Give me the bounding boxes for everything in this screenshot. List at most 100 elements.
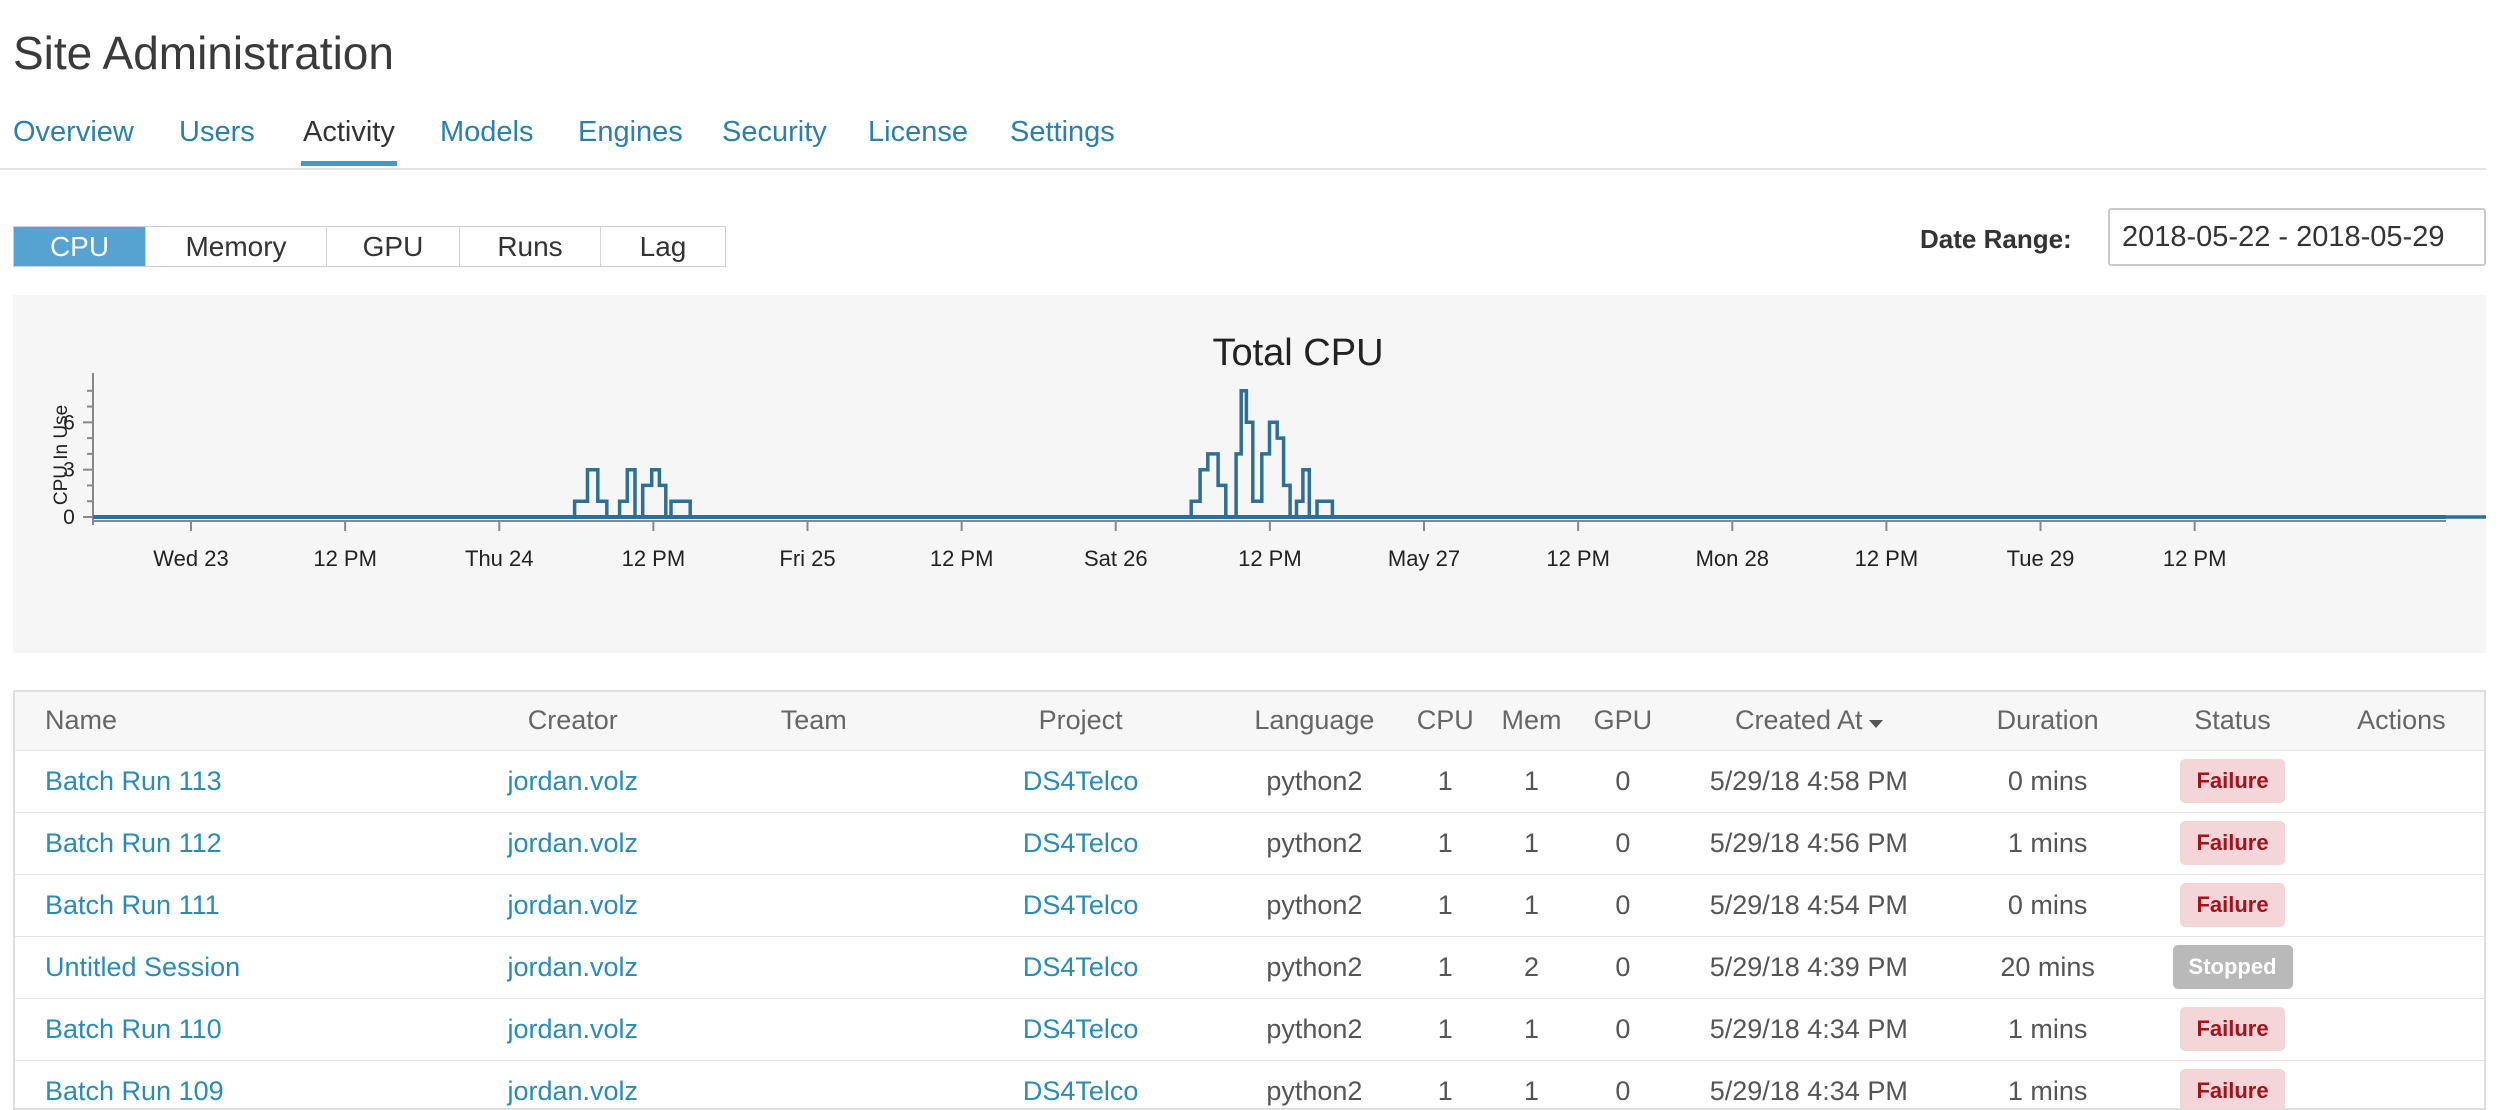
admin-nav: Overview Users Activity Models Engines S…	[0, 112, 2486, 170]
col-header-team[interactable]: Team	[690, 692, 937, 750]
project-link[interactable]: DS4Telco	[1023, 952, 1139, 982]
col-header-mem[interactable]: Mem	[1486, 692, 1577, 750]
cell-duration: 0 mins	[2007, 889, 2088, 920]
cell-duration: 0 mins	[2007, 765, 2088, 796]
cell-status: Failure	[2146, 812, 2318, 874]
table-row[interactable]: Batch Run 111 jordan.volz DS4Telco python2 1…	[15, 874, 2484, 936]
run-name-link[interactable]: Batch Run 112	[45, 828, 222, 858]
tab-license[interactable]: License	[868, 116, 968, 149]
creator-link[interactable]: jordan.volz	[507, 952, 638, 982]
cell-language: python2	[1266, 827, 1363, 858]
col-header-creator[interactable]: Creator	[455, 692, 690, 750]
run-name-link[interactable]: Batch Run 111	[45, 890, 220, 920]
project-link[interactable]: DS4Telco	[1023, 890, 1139, 920]
cell-mem: 1	[1523, 827, 1539, 858]
table-row[interactable]: Batch Run 110 jordan.volz DS4Telco python2 1…	[15, 998, 2484, 1060]
cell-mem: 1	[1523, 765, 1539, 796]
col-header-language[interactable]: Language	[1224, 692, 1405, 750]
run-name-link[interactable]: Batch Run 110	[45, 1014, 222, 1044]
cell-cpu: 1	[1437, 889, 1453, 920]
run-name-link[interactable]: Batch Run 113	[45, 766, 222, 796]
col-header-duration[interactable]: Duration	[1949, 692, 2146, 750]
metric-cpu-button[interactable]: CPU	[14, 227, 146, 266]
cell-creator: jordan.volz	[455, 750, 690, 812]
creator-link[interactable]: jordan.volz	[507, 828, 638, 858]
col-header-cpu[interactable]: CPU	[1405, 692, 1486, 750]
cell-duration: 1 mins	[2007, 827, 2088, 858]
col-header-project[interactable]: Project	[937, 692, 1224, 750]
creator-link[interactable]: jordan.volz	[507, 766, 638, 796]
cell-language: python2	[1266, 1075, 1363, 1106]
table-row[interactable]: Untitled Session jordan.volz DS4Telco pytho…	[15, 936, 2484, 998]
activity-table-body: Batch Run 113 jordan.volz DS4Telco python2 1…	[15, 750, 2484, 1108]
cell-language: python2	[1266, 765, 1363, 796]
project-link[interactable]: DS4Telco	[1023, 1014, 1139, 1044]
metric-gpu-button[interactable]: GPU	[327, 227, 460, 266]
col-header-gpu[interactable]: GPU	[1577, 692, 1668, 750]
page-title: Site Administration	[13, 27, 394, 79]
tab-users[interactable]: Users	[179, 116, 255, 149]
cell-duration: 1 mins	[2007, 1013, 2088, 1044]
cell-project: DS4Telco	[937, 1060, 1224, 1108]
cell-gpu: 0	[1615, 765, 1631, 796]
tab-engines[interactable]: Engines	[578, 116, 683, 149]
cell-team	[690, 998, 937, 1060]
metric-selector: CPU Memory GPU Runs Lag	[13, 226, 726, 267]
sort-desc-icon	[1868, 720, 1883, 729]
tab-security[interactable]: Security	[722, 116, 827, 149]
cell-created-at: 5/29/18 4:39 PM	[1709, 951, 1908, 982]
cell-cpu: 1	[1437, 1075, 1453, 1106]
x-tick-label: 12 PM	[1855, 546, 1919, 571]
activity-table: Name Creator Team Project Language CPU M…	[15, 692, 2484, 1108]
cpu-chart: Total CPU CPU In Use 036Wed 23 12 PM Thu 2…	[51, 332, 2486, 571]
cell-name: Untitled Session	[15, 936, 455, 998]
cell-mem: 2	[1523, 951, 1539, 982]
tab-models[interactable]: Models	[440, 116, 534, 149]
cell-name: Batch Run 110	[15, 998, 455, 1060]
cell-project: DS4Telco	[937, 874, 1224, 936]
cell-created-at: 5/29/18 4:34 PM	[1709, 1075, 1908, 1106]
cell-creator: jordan.volz	[455, 998, 690, 1060]
creator-link[interactable]: jordan.volz	[507, 890, 638, 920]
cell-name: Batch Run 112	[15, 812, 455, 874]
cell-cpu: 1	[1437, 951, 1453, 982]
date-range-input[interactable]	[2108, 208, 2486, 266]
table-row[interactable]: Batch Run 113 jordan.volz DS4Telco python2 1…	[15, 750, 2484, 812]
cell-created-at: 5/29/18 4:54 PM	[1709, 889, 1908, 920]
chart-series	[93, 389, 2486, 519]
tab-overview[interactable]: Overview	[13, 116, 134, 149]
x-tick-label: 12 PM	[622, 546, 686, 571]
chart-title: Total CPU	[1212, 332, 1383, 374]
status-badge: Failure	[2180, 883, 2285, 927]
status-badge: Failure	[2180, 1069, 2285, 1108]
metric-lag-button[interactable]: Lag	[601, 227, 725, 266]
col-header-status[interactable]: Status	[2146, 692, 2318, 750]
tab-activity[interactable]: Activity	[301, 116, 397, 166]
table-row[interactable]: Batch Run 112 jordan.volz DS4Telco python2 1…	[15, 812, 2484, 874]
col-header-name[interactable]: Name	[15, 692, 455, 750]
metric-memory-button[interactable]: Memory	[146, 227, 327, 266]
project-link[interactable]: DS4Telco	[1023, 828, 1139, 858]
table-header-row: Name Creator Team Project Language CPU M…	[15, 692, 2484, 750]
col-header-created-at[interactable]: Created At	[1669, 692, 1949, 750]
cell-mem: 1	[1523, 1013, 1539, 1044]
project-link[interactable]: DS4Telco	[1023, 766, 1139, 796]
status-badge: Failure	[2180, 759, 2285, 803]
table-row[interactable]: Batch Run 109 jordan.volz DS4Telco python2 1…	[15, 1060, 2484, 1108]
x-tick-label: Wed 23	[153, 546, 228, 571]
metric-runs-button[interactable]: Runs	[460, 227, 601, 266]
run-name-link[interactable]: Untitled Session	[45, 952, 240, 982]
x-tick-label: Sat 26	[1084, 546, 1148, 571]
creator-link[interactable]: jordan.volz	[507, 1014, 638, 1044]
cell-name: Batch Run 111	[15, 874, 455, 936]
cell-created-at: 5/29/18 4:34 PM	[1709, 1013, 1908, 1044]
cell-gpu: 0	[1615, 1075, 1631, 1106]
x-tick-label: 12 PM	[930, 546, 994, 571]
tab-settings[interactable]: Settings	[1010, 116, 1115, 149]
cpu-chart-panel: Total CPU CPU In Use 0 3 6 Wed 23 12 PM Thu 2…	[13, 295, 2486, 653]
activity-table-container: Name Creator Team Project Language CPU M…	[13, 690, 2486, 1110]
cell-cpu: 1	[1437, 1013, 1453, 1044]
cell-name: Batch Run 109	[15, 1060, 455, 1108]
cell-gpu: 0	[1615, 827, 1631, 858]
cell-gpu: 0	[1615, 889, 1631, 920]
